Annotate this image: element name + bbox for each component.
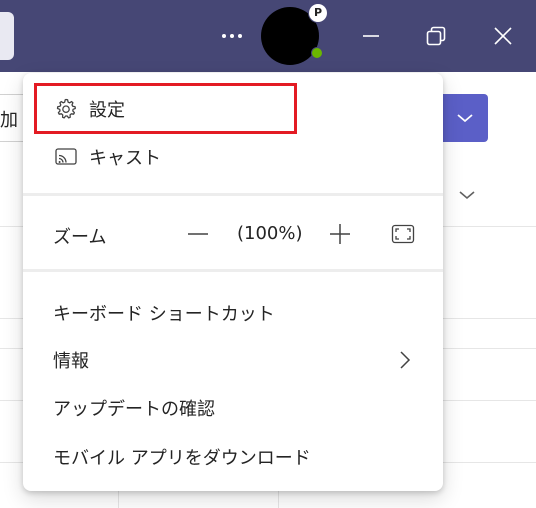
zoom-label: ズーム bbox=[53, 227, 107, 248]
menu-item-check-updates[interactable]: アップデートの確認 bbox=[23, 385, 443, 431]
plus-icon bbox=[330, 224, 350, 244]
fit-screen-icon bbox=[391, 224, 415, 244]
menu-item-download-mobile-label: モバイル アプリをダウンロード bbox=[53, 448, 311, 469]
minimize-icon bbox=[363, 35, 379, 37]
presence-status-icon bbox=[311, 47, 323, 59]
zoom-in-button[interactable] bbox=[325, 219, 355, 249]
menu-separator bbox=[23, 269, 443, 272]
chevron-down-icon bbox=[459, 191, 475, 200]
restore-button[interactable] bbox=[416, 16, 456, 56]
search-box[interactable] bbox=[0, 12, 14, 60]
minimize-button[interactable] bbox=[351, 16, 391, 56]
close-button[interactable] bbox=[483, 16, 523, 56]
zoom-row: ズーム (100%) bbox=[23, 199, 443, 265]
zoom-out-button[interactable] bbox=[183, 219, 213, 249]
cast-icon bbox=[53, 144, 79, 170]
menu-separator bbox=[23, 193, 443, 196]
menu-item-cast[interactable]: キャスト bbox=[23, 134, 443, 180]
menu-item-check-updates-label: アップデートの確認 bbox=[53, 399, 215, 420]
more-options-button[interactable] bbox=[214, 20, 250, 52]
minus-icon bbox=[188, 233, 208, 235]
restore-icon bbox=[426, 26, 446, 46]
chevron-down-icon bbox=[456, 114, 473, 123]
background-expand-button[interactable] bbox=[456, 184, 478, 206]
chevron-right-icon bbox=[395, 350, 415, 370]
menu-item-keyboard-shortcuts-label: キーボード ショートカット bbox=[53, 304, 275, 325]
fit-to-screen-button[interactable] bbox=[388, 219, 418, 249]
settings-menu: 設定 キャスト ズーム (100%) キーボード ショートカット 情報 アップデ… bbox=[23, 73, 443, 491]
zoom-level: (100%) bbox=[237, 223, 303, 244]
close-icon bbox=[494, 27, 512, 45]
background-divider bbox=[118, 490, 119, 508]
background-dropdown-button[interactable] bbox=[441, 94, 488, 142]
menu-item-about[interactable]: 情報 bbox=[23, 337, 443, 383]
menu-item-keyboard-shortcuts[interactable]: キーボード ショートカット bbox=[23, 290, 443, 336]
menu-item-download-mobile[interactable]: モバイル アプリをダウンロード bbox=[23, 434, 443, 480]
menu-item-about-label: 情報 bbox=[53, 351, 89, 372]
more-icon bbox=[222, 34, 242, 38]
background-divider bbox=[278, 490, 279, 508]
menu-item-cast-label: キャスト bbox=[89, 148, 161, 169]
title-bar: P bbox=[0, 0, 536, 72]
presence-badge: P bbox=[309, 4, 327, 22]
teams-window: P 加 設定 キャスト ズーム (100%) キーボード ショートカット 情報 … bbox=[0, 0, 536, 508]
background-join-label: 加 bbox=[0, 110, 18, 131]
settings-highlight-box bbox=[34, 83, 297, 134]
